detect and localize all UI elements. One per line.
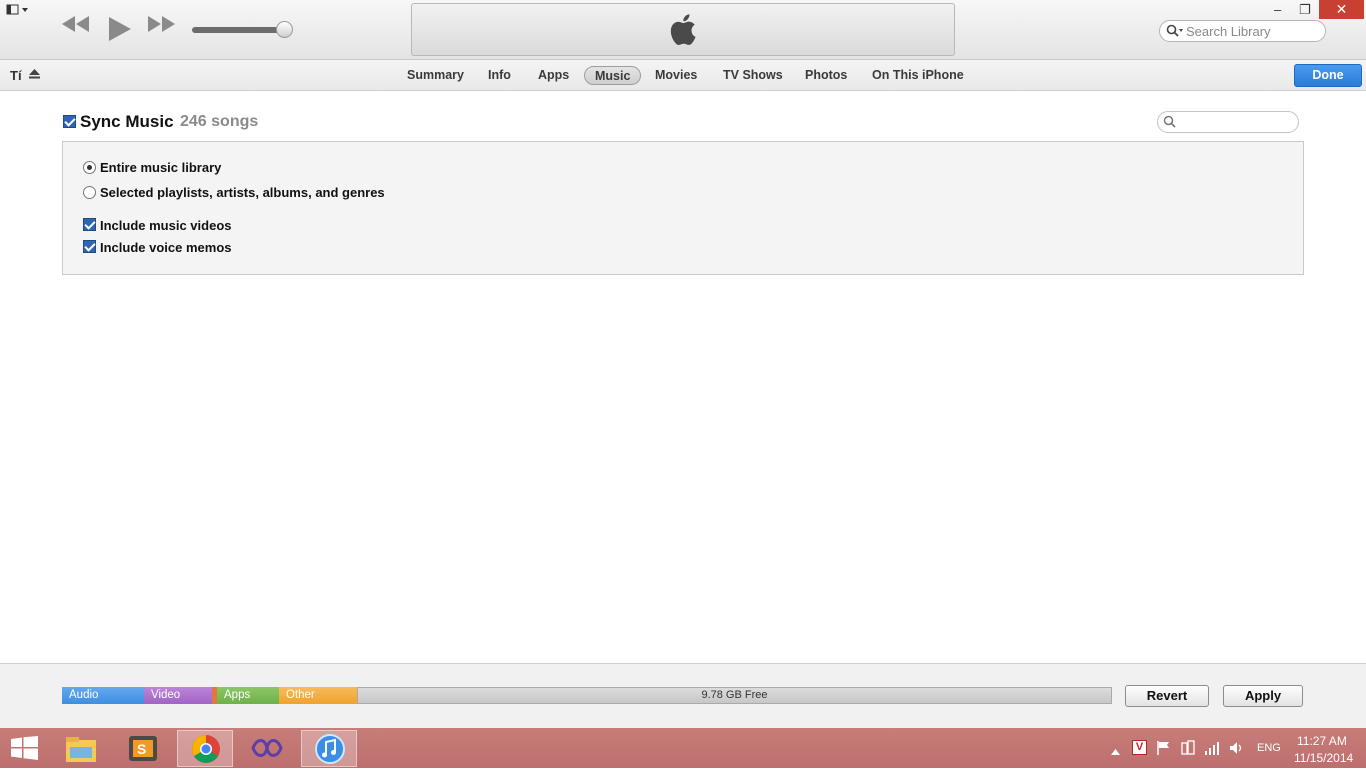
search-icon [1163,115,1177,132]
sync-music-title: Sync Music [80,112,174,131]
search-icon [1166,24,1184,41]
include-voice-memos-label[interactable]: Include voice memos [100,240,232,255]
entire-library-radio[interactable] [83,161,96,174]
svg-text:S: S [137,741,146,757]
eject-icon[interactable] [29,67,41,82]
tab-tv-shows[interactable]: TV Shows [723,68,783,82]
itunes-icon[interactable] [301,730,357,767]
start-icon[interactable] [11,736,39,763]
show-hidden-icons-icon[interactable] [1111,744,1120,759]
play-icon[interactable] [109,17,131,44]
menu-toggle-icon[interactable] [6,4,31,16]
tab-apps[interactable]: Apps [538,68,569,82]
file-explorer-icon[interactable] [52,730,108,767]
include-music-videos-checkbox[interactable] [83,218,96,231]
music-search-field[interactable] [1157,111,1299,133]
close-button[interactable]: ✕ [1319,0,1364,19]
visual-studio-icon[interactable] [239,730,295,767]
search-library-placeholder: Search Library [1186,24,1271,39]
sync-options-panel [62,141,1304,275]
device-tray-icon[interactable] [1181,740,1195,759]
volume-slider[interactable] [192,21,293,38]
capacity-audio: Audio [62,687,144,704]
tab-photos[interactable]: Photos [805,68,847,82]
clock-time[interactable]: 11:27 AM [1297,734,1347,748]
device-name-label: Tí [10,68,22,83]
capacity-free: 9.78 GB Free [357,687,1112,704]
action-center-flag-icon[interactable] [1157,741,1171,758]
capacity-other: Other [279,687,357,704]
capacity-video: Video [144,687,212,704]
selected-playlists-label[interactable]: Selected playlists, artists, albums, and… [100,185,385,200]
tab-movies[interactable]: Movies [655,68,697,82]
entire-library-label[interactable]: Entire music library [100,160,221,175]
device-name[interactable]: Tí [10,67,41,83]
volume-tray-icon[interactable] [1229,741,1245,758]
tab-info[interactable]: Info [488,68,511,82]
tab-summary[interactable]: Summary [407,68,464,82]
rewind-icon[interactable] [62,16,90,35]
revert-button[interactable]: Revert [1125,685,1209,707]
antivirus-tray-icon[interactable]: V [1132,740,1147,755]
apply-button[interactable]: Apply [1223,685,1303,707]
network-signal-icon[interactable] [1204,741,1220,758]
chrome-icon[interactable] [177,730,233,767]
song-count: 246 songs [180,113,259,130]
sync-music-checkbox[interactable] [63,115,76,128]
include-music-videos-label[interactable]: Include music videos [100,218,232,233]
tab-on-this-iphone[interactable]: On This iPhone [872,68,964,82]
now-playing-display [411,3,955,56]
minimize-button[interactable]: – [1274,2,1281,17]
selected-playlists-radio[interactable] [83,186,96,199]
clock-date[interactable]: 11/15/2014 [1294,751,1353,765]
volume-knob[interactable] [276,21,293,38]
fast-forward-icon[interactable] [148,16,176,35]
include-voice-memos-checkbox[interactable] [83,240,96,253]
search-library-field[interactable]: Search Library [1159,20,1326,42]
player-toolbar: Search Library – ❐ ✕ [0,0,1366,60]
language-indicator[interactable]: ENG [1257,742,1281,754]
capacity-apps: Apps [217,687,279,704]
sublime-text-icon[interactable]: S [115,730,171,767]
tab-music[interactable]: Music [584,66,642,85]
apple-logo-icon [670,14,696,48]
maximize-button[interactable]: ❐ [1299,2,1311,18]
done-button[interactable]: Done [1294,64,1362,87]
